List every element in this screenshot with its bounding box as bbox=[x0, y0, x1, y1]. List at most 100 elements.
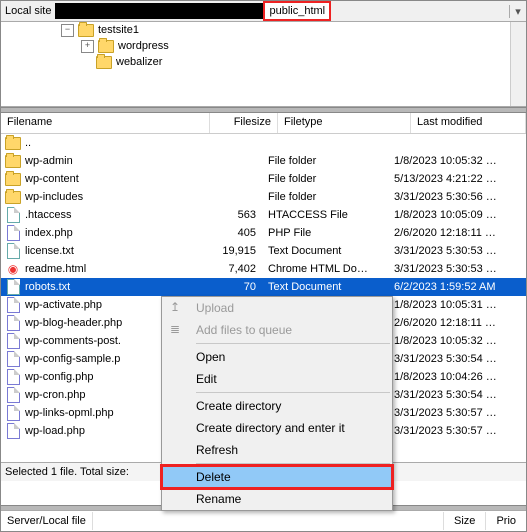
file-icon bbox=[5, 405, 21, 421]
file-name: license.txt bbox=[25, 245, 74, 257]
menu-item-rename[interactable]: Rename bbox=[162, 488, 392, 510]
col-filename[interactable]: Filename bbox=[1, 113, 210, 133]
file-name: wp-load.php bbox=[25, 425, 85, 437]
file-manager-window: Local site public_html ▾ −testsite1 + word… bbox=[0, 0, 527, 532]
file-row[interactable]: license.txt 19,915Text Document3/31/2023 … bbox=[1, 242, 526, 260]
path-dropdown-icon[interactable]: ▾ bbox=[509, 5, 526, 18]
file-modified: 3/31/2023 5:30:57 … bbox=[388, 407, 526, 419]
file-modified: 3/31/2023 5:30:53 … bbox=[388, 245, 526, 257]
file-name: wp-includes bbox=[25, 191, 83, 203]
col-size[interactable]: Size bbox=[443, 512, 485, 530]
menu-item-create-directory-and-enter-it[interactable]: Create directory and enter it bbox=[162, 417, 392, 439]
file-icon bbox=[5, 243, 21, 259]
local-site-pathbar: Local site public_html ▾ bbox=[1, 1, 526, 22]
file-modified: 5/13/2023 4:21:22 … bbox=[388, 173, 526, 185]
file-name: wp-blog-header.php bbox=[25, 317, 122, 329]
status-text: Selected 1 file. Total size: bbox=[5, 466, 129, 478]
upload-icon: ↥ bbox=[170, 300, 186, 316]
tree-expand-icon[interactable]: − bbox=[61, 24, 74, 37]
menu-item-refresh[interactable]: Refresh bbox=[162, 439, 392, 461]
file-modified: 1/8/2023 10:05:09 … bbox=[388, 209, 526, 221]
file-type: PHP File bbox=[262, 227, 388, 239]
menu-separator bbox=[196, 392, 390, 393]
file-name: wp-links-opml.php bbox=[25, 407, 114, 419]
file-name: wp-admin bbox=[25, 155, 73, 167]
file-type: File folder bbox=[262, 191, 388, 203]
file-icon bbox=[5, 297, 21, 313]
tree-item-label: webalizer bbox=[116, 56, 162, 68]
file-list-header: Filename Filesize Filetype Last modified bbox=[1, 113, 526, 134]
file-modified: 1/8/2023 10:04:26 … bbox=[388, 371, 526, 383]
tree-item-label: wordpress bbox=[118, 40, 169, 52]
menu-item-add-files-to-queue: ≣ Add files to queue bbox=[162, 319, 392, 341]
menu-item-label: Create directory bbox=[196, 399, 281, 413]
file-name: wp-config-sample.p bbox=[25, 353, 120, 365]
file-icon bbox=[5, 369, 21, 385]
file-row[interactable]: ◉readme.html7,402Chrome HTML Do…3/31/202… bbox=[1, 260, 526, 278]
file-row[interactable]: robots.txt 70Text Document6/2/2023 1:59:5… bbox=[1, 278, 526, 296]
context-menu: ↥ Upload ≣ Add files to queue OpenEdit Create… bbox=[161, 296, 393, 511]
chrome-icon: ◉ bbox=[5, 261, 21, 277]
path-redacted bbox=[55, 3, 265, 19]
menu-item-delete[interactable]: Delete bbox=[162, 466, 392, 488]
menu-item-create-directory[interactable]: Create directory bbox=[162, 395, 392, 417]
path-highlight-public-html[interactable]: public_html bbox=[263, 1, 331, 21]
file-icon bbox=[5, 333, 21, 349]
queue-icon: ≣ bbox=[170, 322, 186, 338]
file-size: 563 bbox=[201, 209, 262, 221]
folder-icon bbox=[5, 189, 21, 205]
col-filesize[interactable]: Filesize bbox=[210, 113, 278, 133]
menu-item-label: Rename bbox=[196, 492, 241, 506]
col-lastmodified[interactable]: Last modified bbox=[411, 113, 526, 133]
folder-icon bbox=[5, 171, 21, 187]
path-highlight-text: public_html bbox=[269, 5, 325, 17]
file-modified: 3/31/2023 5:30:54 … bbox=[388, 353, 526, 365]
file-type: Text Document bbox=[262, 281, 388, 293]
folder-icon bbox=[5, 153, 21, 169]
file-modified: 1/8/2023 10:05:32 … bbox=[388, 335, 526, 347]
transfer-queue-header: Server/Local file Size Prio bbox=[1, 510, 526, 531]
tree-expand-icon[interactable]: + bbox=[81, 40, 94, 53]
file-row[interactable]: .. bbox=[1, 134, 526, 152]
file-name: .htaccess bbox=[25, 209, 71, 221]
tree-item-testsite1[interactable]: −testsite1 bbox=[1, 22, 526, 38]
file-row[interactable]: wp-includes File folder3/31/2023 5:30:56 … bbox=[1, 188, 526, 206]
file-row[interactable]: wp-content File folder5/13/2023 4:21:22 … bbox=[1, 170, 526, 188]
local-site-label: Local site bbox=[1, 5, 55, 17]
tree-item-wordpress[interactable]: + wordpress bbox=[1, 38, 526, 54]
file-icon bbox=[5, 207, 21, 223]
col-filetype[interactable]: Filetype bbox=[278, 113, 411, 133]
file-name: wp-config.php bbox=[25, 371, 94, 383]
tree-item-webalizer[interactable]: webalizer bbox=[1, 54, 526, 70]
file-name: wp-comments-post. bbox=[25, 335, 121, 347]
file-size: 70 bbox=[201, 281, 262, 293]
file-name: wp-content bbox=[25, 173, 79, 185]
file-size: 19,915 bbox=[201, 245, 262, 257]
file-type: Chrome HTML Do… bbox=[262, 263, 388, 275]
file-row[interactable]: index.php405PHP File2/6/2020 12:18:11 … bbox=[1, 224, 526, 242]
menu-item-label: Upload bbox=[196, 301, 234, 315]
menu-item-label: Add files to queue bbox=[196, 323, 292, 337]
file-modified: 3/31/2023 5:30:54 … bbox=[388, 389, 526, 401]
file-type: File folder bbox=[262, 155, 388, 167]
file-modified: 3/31/2023 5:30:56 … bbox=[388, 191, 526, 203]
file-row[interactable]: wp-admin File folder1/8/2023 10:05:32 … bbox=[1, 152, 526, 170]
menu-item-edit[interactable]: Edit bbox=[162, 368, 392, 390]
file-icon bbox=[5, 351, 21, 367]
menu-item-open[interactable]: Open bbox=[162, 346, 392, 368]
file-modified: 6/2/2023 1:59:52 AM bbox=[388, 281, 526, 293]
folder-icon bbox=[98, 40, 114, 53]
file-size: 405 bbox=[201, 227, 262, 239]
file-type: File folder bbox=[262, 173, 388, 185]
col-priority[interactable]: Prio bbox=[485, 512, 526, 530]
file-name: robots.txt bbox=[25, 281, 70, 293]
tree-scrollbar[interactable] bbox=[510, 22, 526, 106]
menu-item-label: Refresh bbox=[196, 443, 238, 457]
file-type: Text Document bbox=[262, 245, 388, 257]
file-row[interactable]: .htaccess563HTACCESS File1/8/2023 10:05:… bbox=[1, 206, 526, 224]
col-server-local-file[interactable]: Server/Local file bbox=[1, 512, 93, 530]
folder-tree[interactable]: −testsite1 + wordpress webalizer bbox=[1, 22, 526, 107]
file-modified: 3/31/2023 5:30:53 … bbox=[388, 263, 526, 275]
file-modified: 1/8/2023 10:05:32 … bbox=[388, 155, 526, 167]
menu-item-label: Delete bbox=[196, 470, 231, 484]
